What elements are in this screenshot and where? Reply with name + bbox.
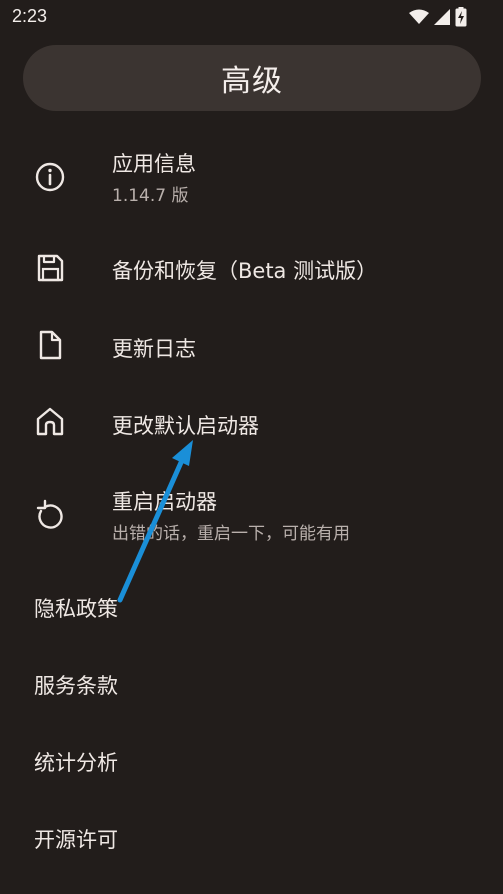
status-bar: 2:23: [0, 0, 503, 34]
settings-item-changelog[interactable]: 更新日志: [0, 308, 503, 384]
settings-item-open-source-licenses[interactable]: 开源许可: [0, 804, 503, 876]
settings-item-restart-launcher[interactable]: 重启启动器 出错的话，重启一下，可能有用: [0, 476, 503, 556]
file-icon: [39, 330, 62, 360]
restart-icon: [36, 499, 63, 529]
battery-charging-icon: [455, 7, 467, 27]
app-version-text: 1.14.7 版: [112, 186, 189, 206]
settings-item-analytics[interactable]: 统计分析: [0, 726, 503, 798]
settings-item-label: 隐私政策: [34, 597, 118, 621]
settings-item-privacy-policy[interactable]: 隐私政策: [0, 570, 503, 642]
status-time: 2:23: [12, 6, 48, 26]
wifi-icon: [409, 9, 429, 24]
page-title: 高级: [221, 64, 283, 99]
settings-item-terms-of-service[interactable]: 服务条款: [0, 648, 503, 720]
settings-item-label: 更改默认启动器: [112, 414, 259, 438]
signal-icon: [434, 9, 450, 25]
settings-item-label: 应用信息: [112, 152, 196, 176]
settings-item-label: 开源许可: [34, 828, 118, 852]
info-icon: [35, 162, 65, 192]
title-bar: 高级: [23, 45, 481, 111]
settings-item-label: 服务条款: [34, 674, 118, 698]
settings-item-label: 备份和恢复（Beta 测试版）: [112, 259, 378, 283]
settings-item-label: 更新日志: [112, 337, 196, 361]
home-icon: [36, 407, 64, 436]
settings-item-subtitle: 出错的话，重启一下，可能有用: [112, 524, 350, 544]
settings-item-label: 重启启动器: [112, 490, 217, 514]
settings-item-label: 统计分析: [34, 751, 118, 775]
settings-item-backup-restore[interactable]: 备份和恢复（Beta 测试版）: [0, 230, 503, 306]
settings-item-app-info[interactable]: 应用信息 1.14.7 版: [0, 140, 503, 220]
status-icons: [409, 7, 467, 27]
settings-item-change-default-launcher[interactable]: 更改默认启动器: [0, 386, 503, 462]
save-icon: [37, 254, 64, 282]
